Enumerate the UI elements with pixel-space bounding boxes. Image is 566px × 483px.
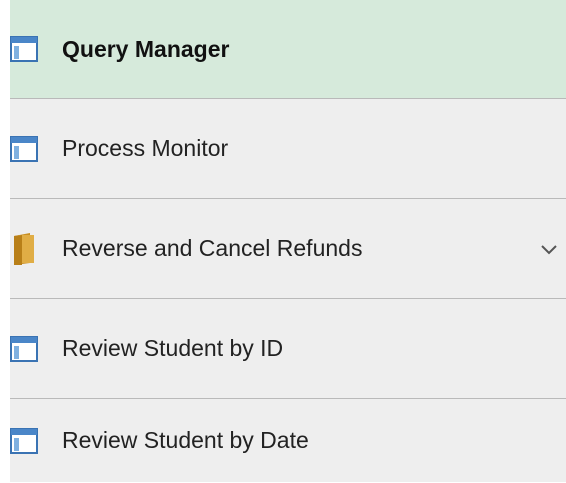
menu-item-label: Query Manager (62, 35, 230, 62)
menu-item-label: Process Monitor (62, 135, 229, 161)
menu-item-reverse-and-cancel-refunds[interactable]: Reverse and Cancel Refunds (10, 199, 566, 299)
page-window-icon (10, 335, 38, 363)
page-window-icon (10, 35, 38, 63)
menu-item-process-monitor[interactable]: Process Monitor (10, 99, 566, 199)
menu-item-label: Review Student by ID (62, 335, 284, 361)
folder-icon (10, 232, 38, 265)
menu-item-label: Reverse and Cancel Refunds (62, 235, 363, 261)
menu-item-query-manager[interactable]: Query Manager (10, 0, 566, 99)
page-window-icon (10, 135, 38, 163)
menu-item-review-student-by-id[interactable]: Review Student by ID (10, 299, 566, 399)
menu-item-label: Review Student by Date (62, 427, 309, 453)
navigation-menu: Query Manager Process Monitor Reverse an… (10, 0, 566, 483)
page-window-icon (10, 427, 38, 455)
chevron-down-icon[interactable] (538, 238, 560, 260)
menu-item-review-student-by-date[interactable]: Review Student by Date (10, 399, 566, 482)
